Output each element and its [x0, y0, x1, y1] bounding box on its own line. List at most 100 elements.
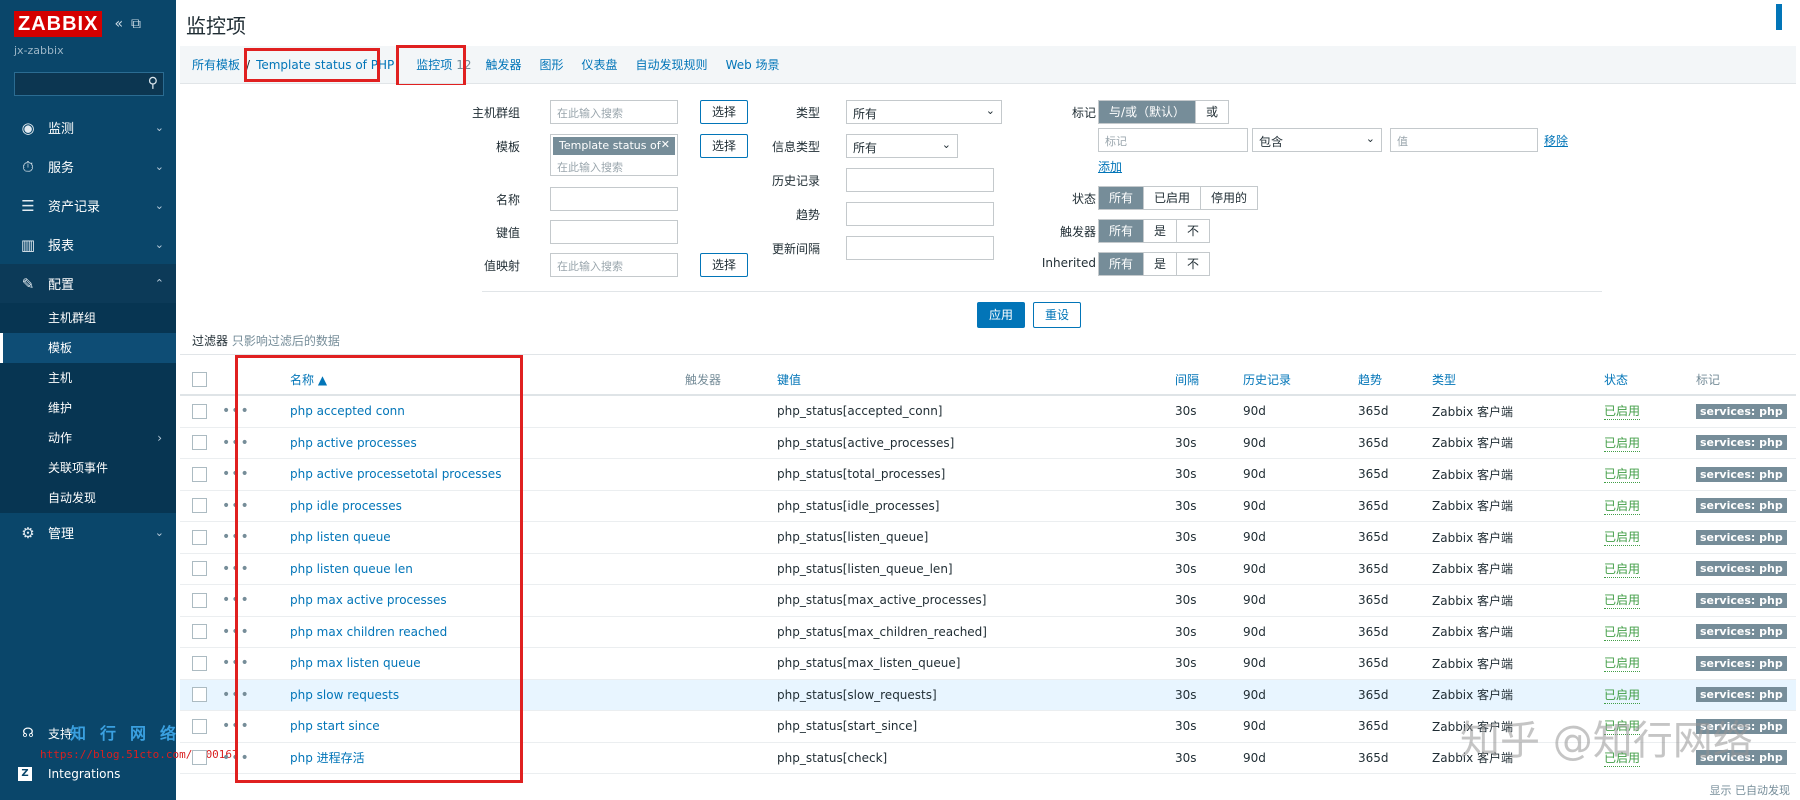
host-groups-select-button[interactable]: 选择	[700, 100, 748, 124]
header-type[interactable]: 类型	[1432, 364, 1456, 394]
tag-operator-select[interactable]: 包含 ⌄	[1252, 128, 1382, 152]
apply-button[interactable]: 应用	[977, 302, 1025, 328]
menu-services[interactable]: ⏱ 服务 ⌄	[0, 147, 176, 186]
checkbox[interactable]	[192, 403, 207, 419]
submenu-templates[interactable]: 模板	[0, 333, 176, 363]
info-type-select[interactable]: 所有 ⌄	[846, 134, 958, 158]
submenu-discovery[interactable]: 自动发现	[0, 483, 176, 513]
submenu-event-correlation[interactable]: 关联项事件	[0, 453, 176, 483]
state-disabled-option[interactable]: 停用的	[1201, 187, 1257, 209]
remove-chip-icon[interactable]: ✕	[661, 138, 670, 151]
tab-dashboards[interactable]: 仪表盘	[582, 56, 618, 73]
collapse-sidebar-icon[interactable]: «	[114, 16, 123, 32]
menu-monitoring[interactable]: ◉ 监测 ⌄	[0, 108, 176, 147]
templates-multiselect[interactable]: Template status of ... ✕ 在此输入搜索	[550, 134, 678, 176]
row-checkbox[interactable]	[192, 648, 207, 679]
submenu-actions[interactable]: 动作 ›	[0, 423, 176, 453]
row-checkbox[interactable]	[192, 711, 207, 742]
add-tag-link[interactable]: 添加	[1098, 158, 1122, 175]
menu-reports[interactable]: ▥ 报表 ⌄	[0, 225, 176, 264]
row-checkbox[interactable]	[192, 459, 207, 490]
row-checkbox[interactable]	[192, 491, 207, 522]
row-checkbox[interactable]	[192, 396, 207, 427]
item-status-toggle[interactable]: 已启用	[1604, 654, 1641, 673]
zabbix-logo[interactable]: ZABBIX	[14, 11, 103, 37]
inherited-all-option[interactable]: 所有	[1099, 253, 1145, 275]
menu-integrations[interactable]: Z Integrations	[0, 759, 176, 789]
checkbox[interactable]	[192, 687, 207, 703]
inherited-no-option[interactable]: 不	[1177, 253, 1209, 275]
item-status-toggle[interactable]: 已启用	[1604, 560, 1641, 578]
menu-configuration[interactable]: ✎ 配置 ⌃	[0, 264, 176, 303]
key-input[interactable]	[550, 220, 678, 244]
tab-graphs[interactable]: 图形	[540, 56, 564, 73]
triggers-no-option[interactable]: 不	[1177, 220, 1209, 242]
update-interval-input[interactable]	[846, 236, 994, 260]
checkbox[interactable]	[192, 529, 207, 545]
state-enabled-option[interactable]: 已启用	[1144, 187, 1202, 209]
checkbox[interactable]	[192, 466, 207, 482]
item-status-toggle[interactable]: 已启用	[1604, 623, 1641, 641]
tab-web-scenarios[interactable]: Web 场景	[726, 56, 780, 73]
submenu-host-groups[interactable]: 主机群组	[0, 303, 176, 333]
item-status-toggle[interactable]: 已启用	[1604, 402, 1641, 421]
header-interval[interactable]: 间隔	[1175, 364, 1199, 394]
checkbox[interactable]	[192, 624, 207, 640]
row-checkbox[interactable]	[192, 617, 207, 648]
sidebar-search-input[interactable]: ⚲	[14, 72, 164, 96]
host-groups-input[interactable]: 在此输入搜索	[550, 100, 678, 124]
checkbox[interactable]	[192, 750, 207, 766]
search-icon[interactable]: ⚲	[148, 75, 158, 91]
checkbox[interactable]	[192, 498, 207, 514]
reset-button[interactable]: 重设	[1033, 302, 1081, 328]
template-chip[interactable]: Template status of ... ✕	[553, 137, 675, 165]
row-checkbox[interactable]	[192, 522, 207, 553]
item-status-toggle[interactable]: 已启用	[1604, 591, 1641, 610]
menu-inventory[interactable]: ☰ 资产记录 ⌄	[0, 186, 176, 225]
item-status-toggle[interactable]: 已启用	[1604, 528, 1641, 547]
tags-and-or-option[interactable]: 与/或（默认）	[1099, 101, 1197, 123]
row-checkbox[interactable]	[192, 585, 207, 616]
tab-triggers[interactable]: 触发器	[486, 56, 522, 73]
checkbox[interactable]	[192, 435, 207, 451]
row-checkbox[interactable]	[192, 743, 207, 774]
breadcrumb-all-templates[interactable]: 所有模板	[192, 56, 240, 73]
header-status[interactable]: 状态	[1604, 364, 1628, 394]
header-history[interactable]: 历史记录	[1243, 364, 1291, 394]
item-status-toggle[interactable]: 已启用	[1604, 686, 1641, 704]
row-checkbox[interactable]	[192, 680, 207, 711]
checkbox[interactable]	[192, 371, 207, 387]
name-input[interactable]	[550, 187, 678, 211]
tag-value-input[interactable]: 值	[1390, 128, 1538, 152]
row-checkbox[interactable]	[192, 428, 207, 459]
value-map-select-button[interactable]: 选择	[700, 253, 748, 277]
checkbox[interactable]	[192, 718, 207, 734]
history-input[interactable]	[846, 168, 994, 192]
header-key[interactable]: 键值	[777, 364, 801, 394]
checkbox[interactable]	[192, 592, 207, 608]
checkbox[interactable]	[192, 655, 207, 671]
value-map-input[interactable]: 在此输入搜索	[550, 253, 678, 277]
submenu-hosts[interactable]: 主机	[0, 363, 176, 393]
triggers-all-option[interactable]: 所有	[1099, 220, 1145, 242]
templates-select-button[interactable]: 选择	[700, 134, 748, 158]
tags-or-option[interactable]: 或	[1196, 101, 1228, 123]
item-status-toggle[interactable]: 已启用	[1604, 465, 1641, 484]
kiosk-mode-icon[interactable]: ⧉	[131, 16, 141, 32]
remove-tag-link[interactable]: 移除	[1544, 132, 1568, 149]
menu-administration[interactable]: ⚙ 管理 ⌄	[0, 513, 176, 552]
trends-input[interactable]	[846, 202, 994, 226]
tag-name-input[interactable]: 标记	[1098, 128, 1248, 152]
row-checkbox[interactable]	[192, 554, 207, 585]
tab-discovery-rules[interactable]: 自动发现规则	[636, 56, 708, 73]
item-status-toggle[interactable]: 已启用	[1604, 497, 1641, 515]
triggers-yes-option[interactable]: 是	[1144, 220, 1178, 242]
checkbox[interactable]	[192, 561, 207, 577]
state-all-option[interactable]: 所有	[1099, 187, 1145, 209]
select-all-checkbox[interactable]	[192, 364, 207, 394]
item-status-toggle[interactable]: 已启用	[1604, 434, 1641, 452]
header-trends[interactable]: 趋势	[1358, 364, 1382, 394]
type-select[interactable]: 所有 ⌄	[846, 100, 1002, 124]
submenu-maintenance[interactable]: 维护	[0, 393, 176, 423]
inherited-yes-option[interactable]: 是	[1144, 253, 1178, 275]
